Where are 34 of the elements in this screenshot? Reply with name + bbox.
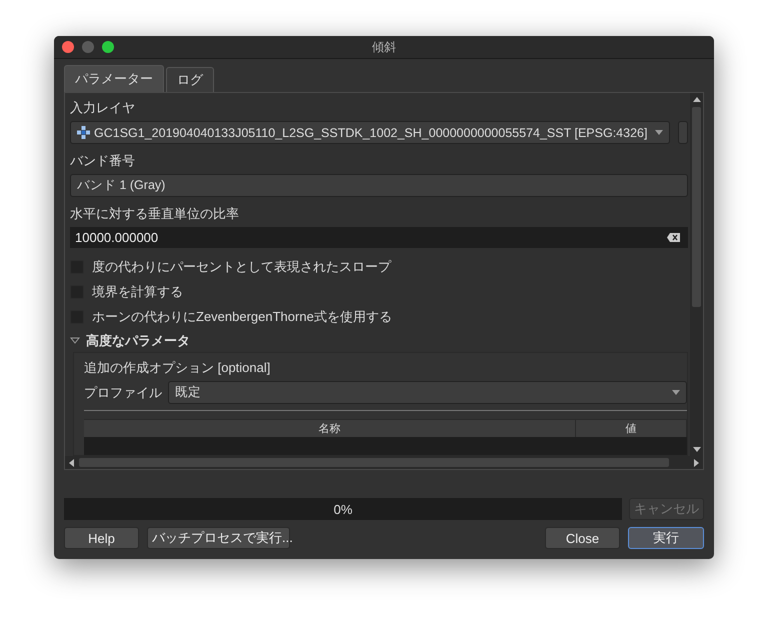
group-title: 高度なパラメータ <box>86 332 190 350</box>
window-title: 傾斜 <box>372 38 396 56</box>
tab[interactable]: パラメーター <box>64 65 164 92</box>
scroll-left-arrow-icon[interactable] <box>67 458 77 468</box>
profile-dropdown[interactable]: 既定 <box>168 381 687 404</box>
progress-text: 0% <box>334 502 352 516</box>
scroll-down-arrow-icon[interactable] <box>692 444 702 454</box>
field-label: 入力レイヤ <box>70 99 136 117</box>
tab[interactable]: ログ <box>166 67 214 92</box>
ratio-input[interactable]: 10000.000000 <box>70 227 688 248</box>
dialog-button[interactable]: Close <box>545 527 620 549</box>
dialog-button[interactable]: Help <box>64 527 139 549</box>
dialog-button[interactable]: バッチプロセスで実行... <box>147 527 290 549</box>
dropdown-caret-icon <box>672 390 680 396</box>
checkbox-label: 度の代わりにパーセントとして表現されたスロープ <box>92 258 391 276</box>
zoom-button[interactable] <box>102 41 114 53</box>
disclosure-triangle-icon[interactable] <box>70 337 80 344</box>
field-label: バンド番号 <box>70 152 136 170</box>
scroll-right-arrow-icon[interactable] <box>691 458 701 468</box>
dropdown-caret-icon <box>655 130 663 135</box>
profile-label: プロファイル <box>84 384 162 402</box>
field-label: 水平に対する垂直単位の比率 <box>70 205 240 223</box>
layer-dropdown[interactable]: GC1SG1_201904040133J05110_L2SG_SSTDK_1002_SH_0000000000055574_SST [EPSG:4326] <box>70 121 670 144</box>
horizontal-scrollbar[interactable] <box>65 456 703 469</box>
band-dropdown[interactable]: バンド 1 (Gray) <box>70 174 688 197</box>
checkbox-label: 境界を計算する <box>92 282 183 301</box>
dialog-button[interactable]: 実行 <box>628 527 704 549</box>
close-button[interactable] <box>62 41 74 53</box>
checkbox-label: ホーンの代わりにZevenbergenThorne式を使用する <box>92 308 392 326</box>
options-label: 追加の作成オプション [optional] <box>84 359 272 378</box>
clear-icon[interactable] <box>667 233 680 242</box>
scroll-up-arrow-icon[interactable] <box>692 95 702 105</box>
raster-layer-icon <box>77 126 90 139</box>
vertical-scrollbar[interactable] <box>690 93 703 456</box>
